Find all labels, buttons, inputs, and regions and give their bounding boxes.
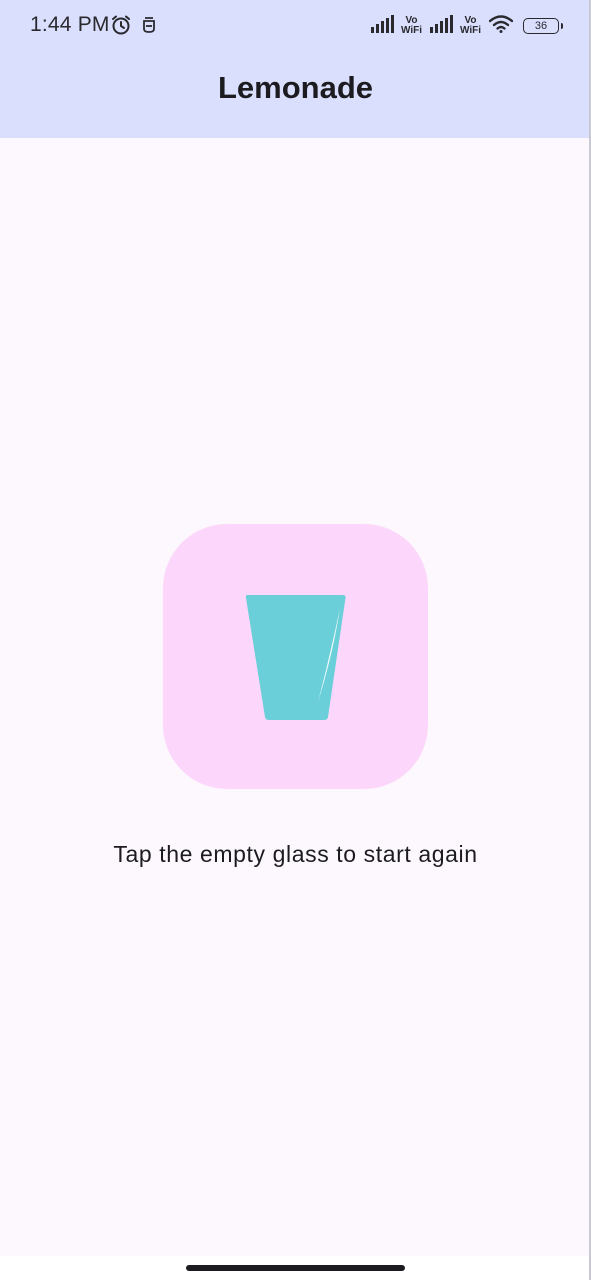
vowifi-badge: Vo WiFi — [401, 16, 422, 36]
empty-glass-icon — [245, 595, 346, 720]
signal-icon — [429, 14, 456, 38]
status-bar: 1:44 PM Vo WiFi Vo WiFi 36 — [0, 0, 591, 52]
instruction-text: Tap the empty glass to start again — [113, 841, 478, 867]
app-title: Lemonade — [217, 70, 374, 105]
top-bar: 1:44 PM Vo WiFi Vo WiFi 36 Lemonade — [0, 0, 591, 138]
vowifi-badge: Vo WiFi — [460, 16, 481, 36]
vowifi-bottom: WiFi — [400, 25, 422, 36]
status-time: 1:44 PM — [30, 13, 110, 36]
app-screen: 1:44 PM Vo WiFi Vo WiFi 36 Lemonade Tap … — [0, 0, 591, 1280]
lemonade-image-button[interactable] — [163, 524, 428, 789]
battery-level: 36 — [534, 20, 548, 32]
alarm-icon — [110, 14, 132, 41]
wifi-icon — [488, 14, 514, 38]
signal-icon — [370, 14, 397, 38]
battery-icon: 36 — [523, 18, 563, 34]
vowifi-bottom: WiFi — [459, 25, 481, 36]
status-right-icons: Vo WiFi Vo WiFi 36 — [370, 12, 563, 40]
home-indicator[interactable] — [186, 1265, 405, 1271]
notification-icon — [141, 14, 157, 39]
